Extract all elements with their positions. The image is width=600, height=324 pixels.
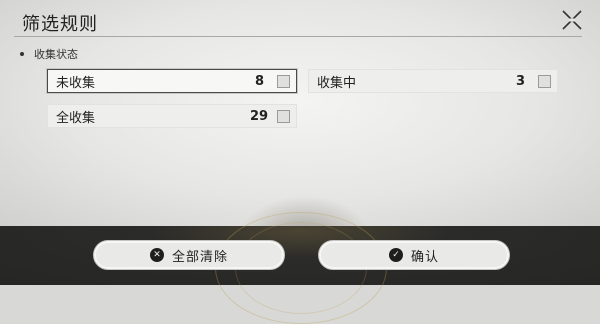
option-count: 29 xyxy=(250,108,269,124)
close-icon[interactable] xyxy=(560,8,584,32)
bullet-icon xyxy=(20,52,24,56)
filter-option-fully-collected[interactable]: 全收集 29 xyxy=(47,104,297,128)
section-header: 收集状态 xyxy=(20,46,78,62)
clear-x-icon: ✕ xyxy=(149,248,164,262)
option-label: 全收集 xyxy=(56,110,96,126)
clear-all-button[interactable]: ✕ 全部清除 xyxy=(93,240,285,270)
confirm-label: 确认 xyxy=(410,249,439,265)
option-checkbox[interactable] xyxy=(277,109,290,123)
filter-option-uncollected[interactable]: 未收集 8 xyxy=(47,69,297,93)
checkmark-icon: ✓ xyxy=(388,248,403,262)
filter-dialog-panel: 筛选规则 收集状态 未收集 8 收集中 3 全收集 29 xyxy=(0,0,600,226)
option-count: 8 xyxy=(255,73,265,89)
filter-option-collecting[interactable]: 收集中 3 xyxy=(308,69,558,93)
option-checkbox[interactable] xyxy=(538,74,551,88)
section-title: 收集状态 xyxy=(34,48,78,61)
dialog-title: 筛选规则 xyxy=(22,14,98,35)
title-divider xyxy=(14,36,582,37)
clear-all-label: 全部清除 xyxy=(171,249,228,265)
option-label: 收集中 xyxy=(317,75,357,91)
option-count: 3 xyxy=(516,73,526,89)
option-checkbox[interactable] xyxy=(277,74,290,88)
confirm-button[interactable]: ✓ 确认 xyxy=(318,240,510,270)
option-label: 未收集 xyxy=(56,75,96,91)
